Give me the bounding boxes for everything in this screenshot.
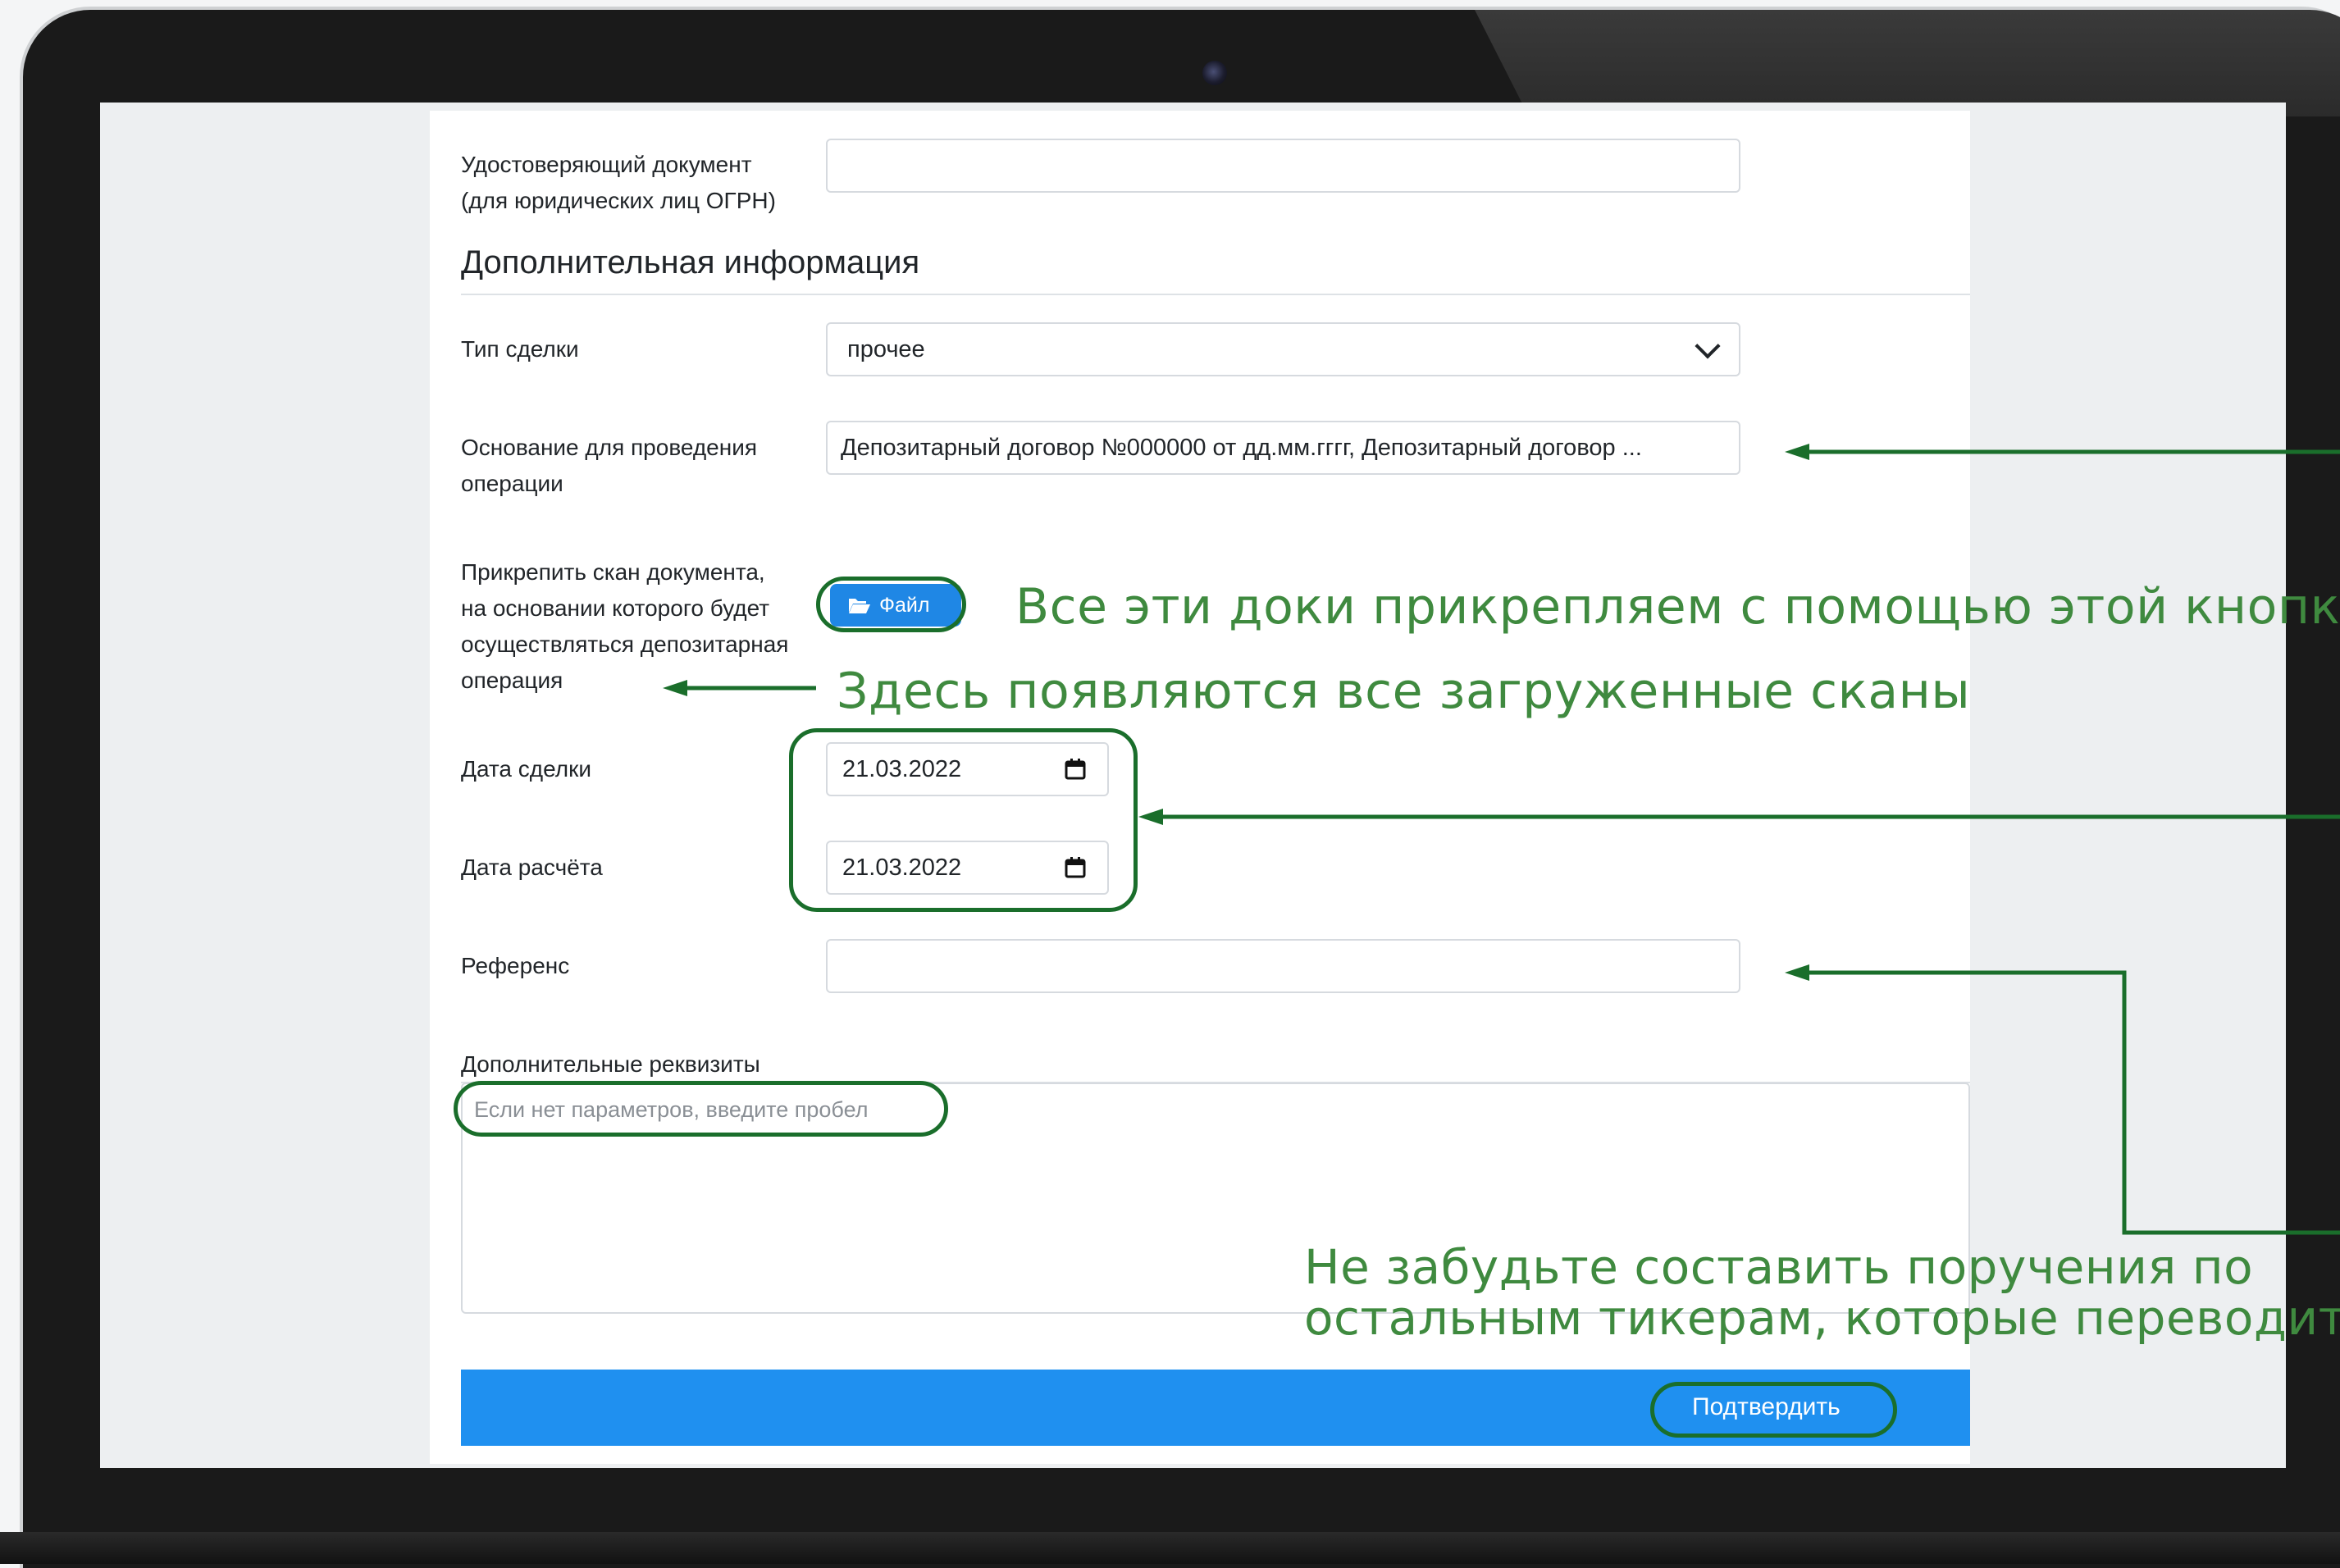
annotation-arrows	[663, 444, 2340, 1235]
arrow-reference	[1804, 970, 2340, 1235]
arrowhead-reference	[1785, 964, 1809, 981]
arrowhead-scans	[663, 680, 687, 696]
arrowhead-basis	[1785, 444, 1809, 460]
arrowhead-dates	[1138, 809, 1163, 825]
